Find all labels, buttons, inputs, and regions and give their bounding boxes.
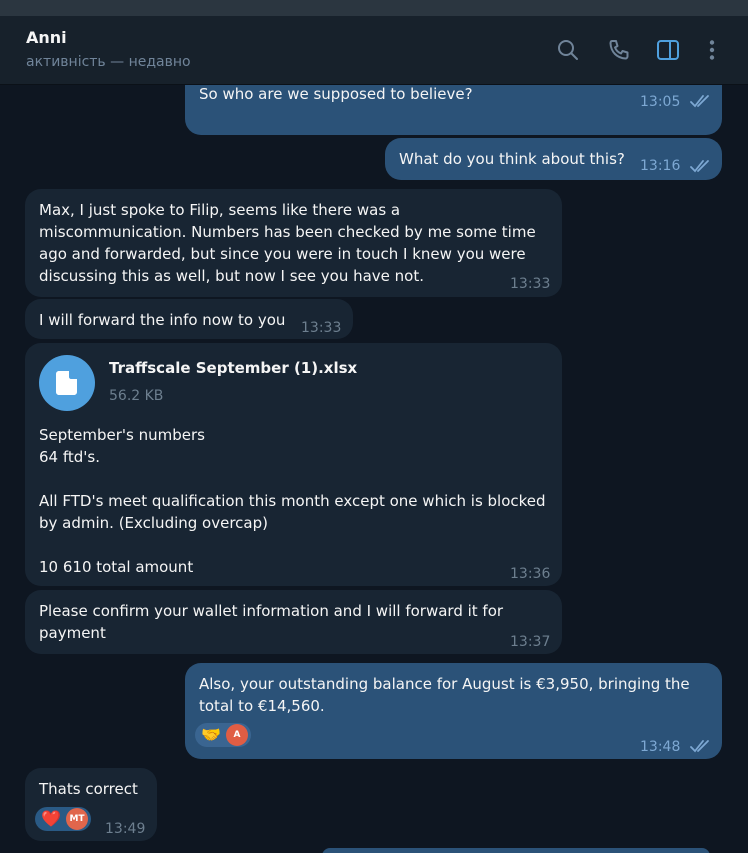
file-icon[interactable] <box>39 355 95 411</box>
message-time: 13:33 <box>510 276 551 292</box>
reaction-chip[interactable]: 🤝 A <box>195 723 251 747</box>
message-list[interactable]: So who are we supposed to believe? 13:05… <box>0 85 748 853</box>
sidebar-toggle-icon[interactable] <box>656 38 680 62</box>
message-time: 13:49 <box>105 821 146 837</box>
phone-icon[interactable] <box>607 38 631 62</box>
message-text: Thats correct <box>39 780 138 798</box>
message-time: 13:05 <box>640 94 681 110</box>
contact-name[interactable]: Anni <box>26 28 67 47</box>
message-text: I will forward the info now to you <box>39 311 286 329</box>
reaction-chip[interactable]: ❤️ MT <box>35 807 91 831</box>
search-icon[interactable] <box>556 38 580 62</box>
message-text: Also, your outstanding balance for Augus… <box>199 675 690 715</box>
message-time: 13:36 <box>510 566 551 582</box>
handshake-emoji-icon: 🤝 <box>201 725 221 744</box>
message-outgoing-partial <box>322 848 710 853</box>
chat-header: Anni активність — недавно <box>0 16 748 85</box>
message-outgoing[interactable]: Also, your outstanding balance for Augus… <box>185 663 722 759</box>
message-incoming[interactable]: Thats correct ❤️ MT 13:49 <box>25 768 157 841</box>
message-text: September's numbers 64 ftd's. All FTD's … <box>39 426 546 576</box>
message-text: Max, I just spoke to Filip, seems like t… <box>39 201 536 285</box>
window-top-strip <box>0 0 748 16</box>
message-time: 13:48 <box>640 739 681 755</box>
message-text: Please confirm your wallet information a… <box>39 602 504 642</box>
read-checkmarks-icon <box>690 159 712 173</box>
heart-emoji-icon: ❤️ <box>41 809 61 828</box>
read-checkmarks-icon <box>690 739 712 753</box>
message-outgoing[interactable]: So who are we supposed to believe? 13:05 <box>185 85 722 135</box>
read-checkmarks-icon <box>690 94 712 108</box>
more-vertical-icon[interactable] <box>700 38 724 62</box>
message-time: 13:37 <box>510 634 551 650</box>
file-size: 56.2 KB <box>109 388 164 404</box>
reaction-avatar: MT <box>66 808 88 830</box>
message-incoming[interactable]: Please confirm your wallet information a… <box>25 590 562 654</box>
message-incoming[interactable]: Max, I just spoke to Filip, seems like t… <box>25 189 562 297</box>
message-outgoing[interactable]: What do you think about this? 13:16 <box>385 138 722 180</box>
message-text: So who are we supposed to believe? <box>199 85 473 103</box>
message-incoming[interactable]: I will forward the info now to you 13:33 <box>25 299 353 339</box>
contact-status: активність — недавно <box>26 54 191 70</box>
message-time: 13:16 <box>640 158 681 174</box>
file-name[interactable]: Traffscale September (1).xlsx <box>109 357 357 379</box>
message-incoming-file[interactable]: Traffscale September (1).xlsx 56.2 KB Se… <box>25 343 562 586</box>
message-time: 13:33 <box>301 320 342 336</box>
reaction-avatar: A <box>226 724 248 746</box>
